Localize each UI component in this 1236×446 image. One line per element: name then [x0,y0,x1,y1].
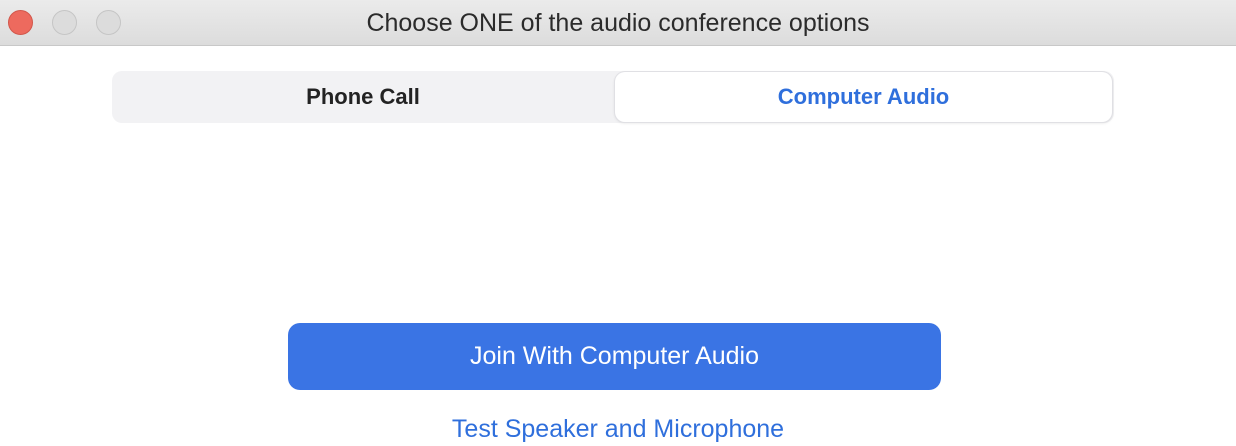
title-bar[interactable]: Choose ONE of the audio conference optio… [0,0,1236,46]
audio-mode-tabs: Phone Call Computer Audio [112,71,1114,123]
tab-computer-audio[interactable]: Computer Audio [615,72,1112,122]
test-speaker-microphone-link[interactable]: Test Speaker and Microphone [0,412,1236,446]
audio-options-window: Choose ONE of the audio conference optio… [0,0,1236,445]
join-with-computer-audio-button[interactable]: Join With Computer Audio [288,323,941,390]
tab-phone-call[interactable]: Phone Call [112,71,614,123]
window-title: Choose ONE of the audio conference optio… [366,9,870,37]
